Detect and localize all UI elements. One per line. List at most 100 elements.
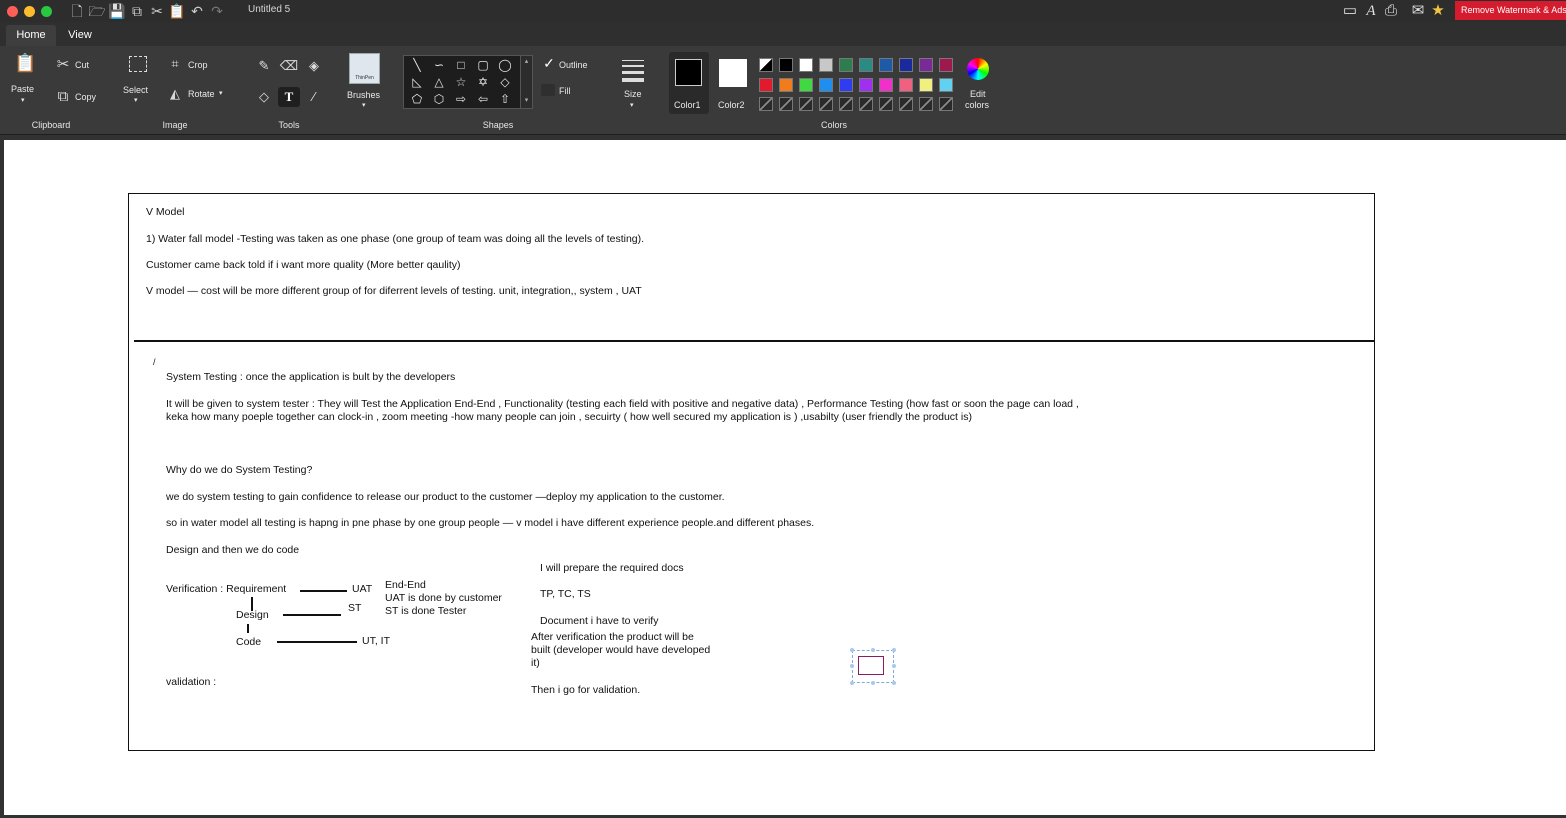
paste-icon[interactable]: 📋 [168,2,186,20]
size-dropdown-icon[interactable]: ▾ [630,101,634,109]
fill-checkbox[interactable] [541,84,555,96]
tab-home[interactable]: Home [6,25,56,46]
resize-handle[interactable] [850,648,854,652]
select-dropdown-icon[interactable]: ▾ [134,96,138,104]
rounded-rect-shape-icon[interactable]: ▢ [474,57,492,73]
hexagon-shape-icon[interactable]: ⬡ [430,91,448,107]
palette-swatch[interactable] [799,58,813,72]
palette-swatch[interactable] [779,78,793,92]
arrow-left-shape-icon[interactable]: ⇦ [474,91,492,107]
paint-bucket-icon[interactable]: ◇ [253,87,275,107]
outline-check-icon[interactable]: ✓ [541,54,557,72]
resize-handle[interactable] [871,648,875,652]
pasted-notes-image[interactable]: V Model 1) Water fall model -Testing was… [128,193,1375,751]
outline-option[interactable]: Outline [559,60,588,70]
size-button[interactable]: Size [624,89,642,99]
remove-watermark-button[interactable]: Remove Watermark & Ads [1455,1,1566,20]
brushes-button[interactable]: Brushes [347,90,380,100]
crop-icon[interactable]: ⌗ [167,55,183,73]
custom-color-slot[interactable] [899,97,913,111]
palette-swatch[interactable] [859,78,873,92]
text-tool-icon[interactable]: T [278,87,300,107]
color1-swatch[interactable] [675,59,702,86]
bw-swatch[interactable] [759,58,773,72]
palette-swatch[interactable] [939,78,953,92]
close-window-button[interactable] [7,6,18,17]
size-lines-icon[interactable] [622,60,644,82]
line-shape-icon[interactable]: ╲ [408,57,426,73]
crop-button[interactable]: Crop [188,60,208,70]
brush-thumbnail[interactable]: ThinPen [349,53,380,84]
undo-icon[interactable]: ↶ [188,2,206,20]
right-triangle-shape-icon[interactable]: ◺ [408,74,426,90]
rotate-dropdown-icon[interactable]: ▾ [219,89,223,97]
resize-handle[interactable] [850,664,854,668]
palette-swatch[interactable] [879,58,893,72]
custom-color-slot[interactable] [819,97,833,111]
resize-handle[interactable] [850,681,854,685]
cut-button[interactable]: Cut [75,60,89,70]
palette-swatch[interactable] [779,58,793,72]
resize-handle[interactable] [892,648,896,652]
resize-handle[interactable] [871,681,875,685]
new-file-icon[interactable]: 🗋 [68,2,86,20]
text-style-icon[interactable]: A [1361,1,1381,21]
brushes-dropdown-icon[interactable]: ▾ [362,101,366,109]
fill-option[interactable]: Fill [559,86,571,96]
palette-swatch[interactable] [839,58,853,72]
edit-colors-wheel-icon[interactable] [967,58,989,80]
edit-colors-label-2[interactable]: colors [965,100,989,110]
save-icon[interactable]: 💾 [108,2,126,20]
minimize-window-button[interactable] [24,6,35,17]
custom-color-slot[interactable] [779,97,793,111]
palette-swatch[interactable] [899,58,913,72]
print-icon[interactable]: ⎙ [1381,1,1401,21]
select-button[interactable]: Select [123,85,148,95]
custom-color-slot[interactable] [879,97,893,111]
eraser-icon[interactable]: ⌫ [278,56,300,76]
copy-icon[interactable]: ⧉ [128,2,146,20]
palette-swatch[interactable] [919,58,933,72]
star6-shape-icon[interactable]: ✡ [474,74,492,90]
paste-clipboard-icon[interactable]: 📋 [14,54,36,72]
custom-color-slot[interactable] [839,97,853,111]
rotate-icon[interactable]: ◭ [167,85,183,103]
drawn-rectangle[interactable] [858,656,884,675]
resize-handle[interactable] [892,681,896,685]
pentagon-shape-icon[interactable]: ⬠ [408,91,426,107]
palette-swatch[interactable] [939,58,953,72]
custom-color-slot[interactable] [939,97,953,111]
color-picker-icon[interactable]: ⁄ [303,87,325,107]
shapes-scroll-down-icon[interactable]: ▾ [521,96,532,104]
zoom-window-button[interactable] [41,6,52,17]
curve-shape-icon[interactable]: ∽ [430,57,448,73]
oval-shape-icon[interactable]: ◯ [496,57,514,73]
palette-swatch[interactable] [799,78,813,92]
palette-swatch[interactable] [819,58,833,72]
custom-color-slot[interactable] [859,97,873,111]
custom-color-slot[interactable] [919,97,933,111]
resize-handle[interactable] [892,664,896,668]
pencil-icon[interactable]: ✎ [253,56,275,76]
rotate-button[interactable]: Rotate [188,89,215,99]
shapes-scrollbar[interactable]: ▴ ▾ [520,56,532,108]
edit-colors-label-1[interactable]: Edit [970,89,986,99]
palette-swatch[interactable] [759,78,773,92]
mail-icon[interactable]: ✉ [1408,1,1428,21]
star-icon[interactable]: ★ [1428,1,1448,21]
rectangle-shape-icon[interactable]: □ [452,57,470,73]
palette-swatch[interactable] [879,78,893,92]
open-file-icon[interactable]: 🗁 [88,2,106,20]
diamond-shape-icon[interactable]: ◇ [496,74,514,90]
custom-color-slot[interactable] [759,97,773,111]
palette-swatch[interactable] [819,78,833,92]
star5-shape-icon[interactable]: ☆ [452,74,470,90]
palette-swatch[interactable] [839,78,853,92]
arrow-right-shape-icon[interactable]: ⇨ [452,91,470,107]
color2-swatch[interactable] [719,59,747,87]
palette-swatch[interactable] [919,78,933,92]
window-layout-icon[interactable]: ▭ [1340,1,1360,21]
arrow-up-shape-icon[interactable]: ⇧ [496,91,514,107]
cut-scissors-icon[interactable]: ✂ [54,56,72,74]
paste-dropdown-icon[interactable]: ▾ [21,96,25,104]
